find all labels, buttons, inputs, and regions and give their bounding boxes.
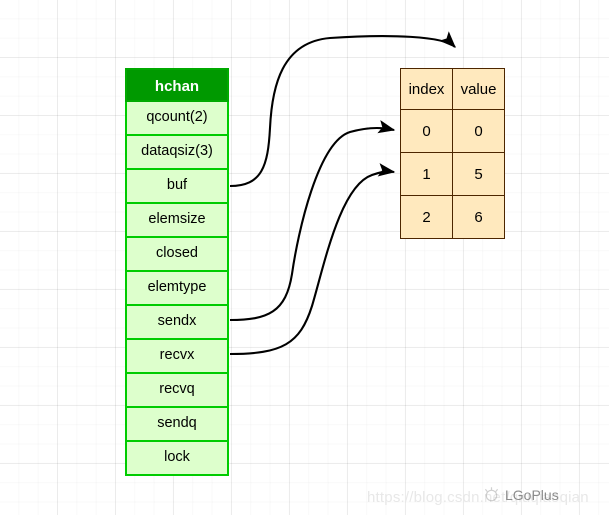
struct-field-qcount: qcount(2) <box>125 102 229 136</box>
diagram-canvas: hchan qcount(2) dataqsiz(3) buf elemsize… <box>0 0 609 515</box>
connector-arrows <box>229 31 456 356</box>
buffer-table: index value 0 0 1 5 2 6 <box>400 68 505 239</box>
struct-field-sendx: sendx <box>125 306 229 340</box>
hchan-struct-table: hchan qcount(2) dataqsiz(3) buf elemsize… <box>125 68 229 476</box>
buffer-value-2: 6 <box>452 195 505 239</box>
buffer-col-value: value <box>452 68 505 110</box>
struct-field-recvq: recvq <box>125 374 229 408</box>
watermark-logo: LGoPlus <box>483 486 559 503</box>
watermark-logo-text: LGoPlus <box>505 486 559 503</box>
buffer-index-2: 2 <box>400 195 453 239</box>
logo-icon <box>484 487 499 502</box>
buffer-index-0: 0 <box>400 109 453 153</box>
buffer-col-index: index <box>400 68 453 110</box>
struct-field-lock: lock <box>125 442 229 476</box>
buffer-row-0: 0 0 <box>400 109 505 153</box>
struct-field-elemsize: elemsize <box>125 204 229 238</box>
buffer-index-1: 1 <box>400 152 453 196</box>
buffer-row-1: 1 5 <box>400 152 505 196</box>
hchan-struct-header: hchan <box>125 68 229 102</box>
buffer-value-0: 0 <box>452 109 505 153</box>
struct-field-closed: closed <box>125 238 229 272</box>
struct-field-sendq: sendq <box>125 408 229 442</box>
arrow-sendx-to-row0 <box>229 120 396 322</box>
arrow-recvx-to-row1 <box>229 163 396 356</box>
struct-field-recvx: recvx <box>125 340 229 374</box>
buffer-header-row: index value <box>400 68 505 110</box>
buffer-row-2: 2 6 <box>400 195 505 239</box>
buffer-value-1: 5 <box>452 152 505 196</box>
struct-field-dataqsiz: dataqsiz(3) <box>125 136 229 170</box>
struct-field-buf: buf <box>125 170 229 204</box>
struct-field-elemtype: elemtype <box>125 272 229 306</box>
